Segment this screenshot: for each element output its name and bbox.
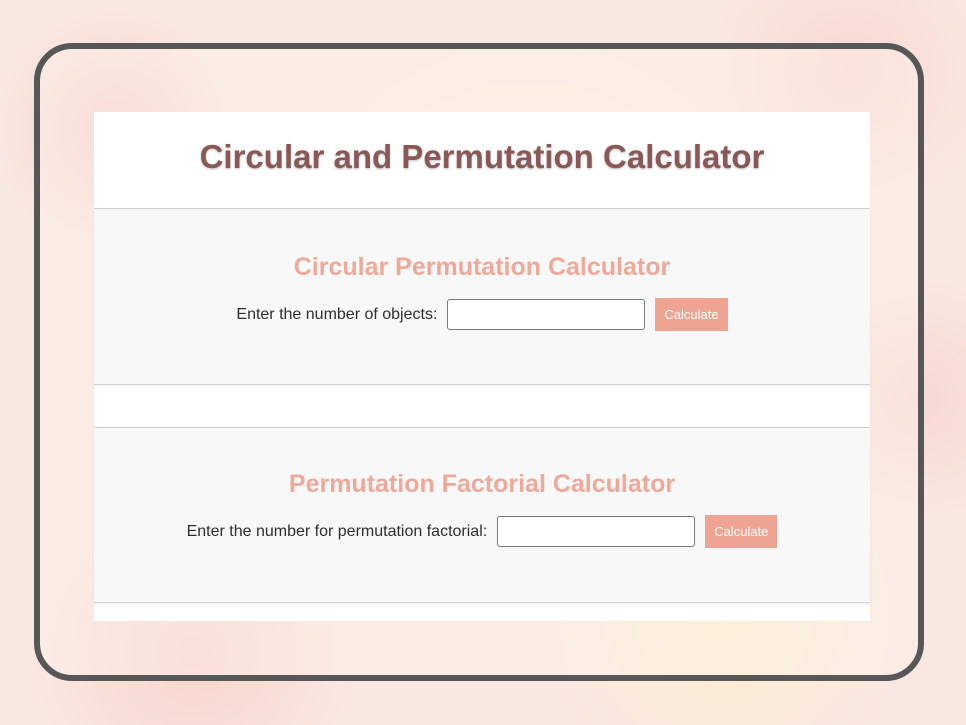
page-title: Circular and Permutation Calculator [199, 137, 765, 175]
factorial-input[interactable] [497, 516, 696, 547]
circular-permutation-section: Circular Permutation Calculator Enter th… [94, 208, 870, 385]
factorial-section-heading: Permutation Factorial Calculator [288, 470, 676, 498]
factorial-label: Enter the number for permutation factori… [186, 522, 488, 540]
circular-calculate-button[interactable]: Calculate [655, 298, 728, 331]
circular-input-row: Enter the number of objects: Calculate [94, 298, 870, 331]
calculator-page: Circular and Permutation Calculator Circ… [94, 112, 870, 621]
factorial-input-row: Enter the number for permutation factori… [94, 515, 870, 548]
permutation-factorial-section: Permutation Factorial Calculator Enter t… [94, 427, 870, 603]
circular-section-heading: Circular Permutation Calculator [293, 253, 671, 281]
page-header: Circular and Permutation Calculator [94, 112, 870, 208]
factorial-calculate-button[interactable]: Calculate [705, 515, 778, 548]
objects-label: Enter the number of objects: [236, 305, 438, 323]
objects-input[interactable] [447, 299, 646, 330]
